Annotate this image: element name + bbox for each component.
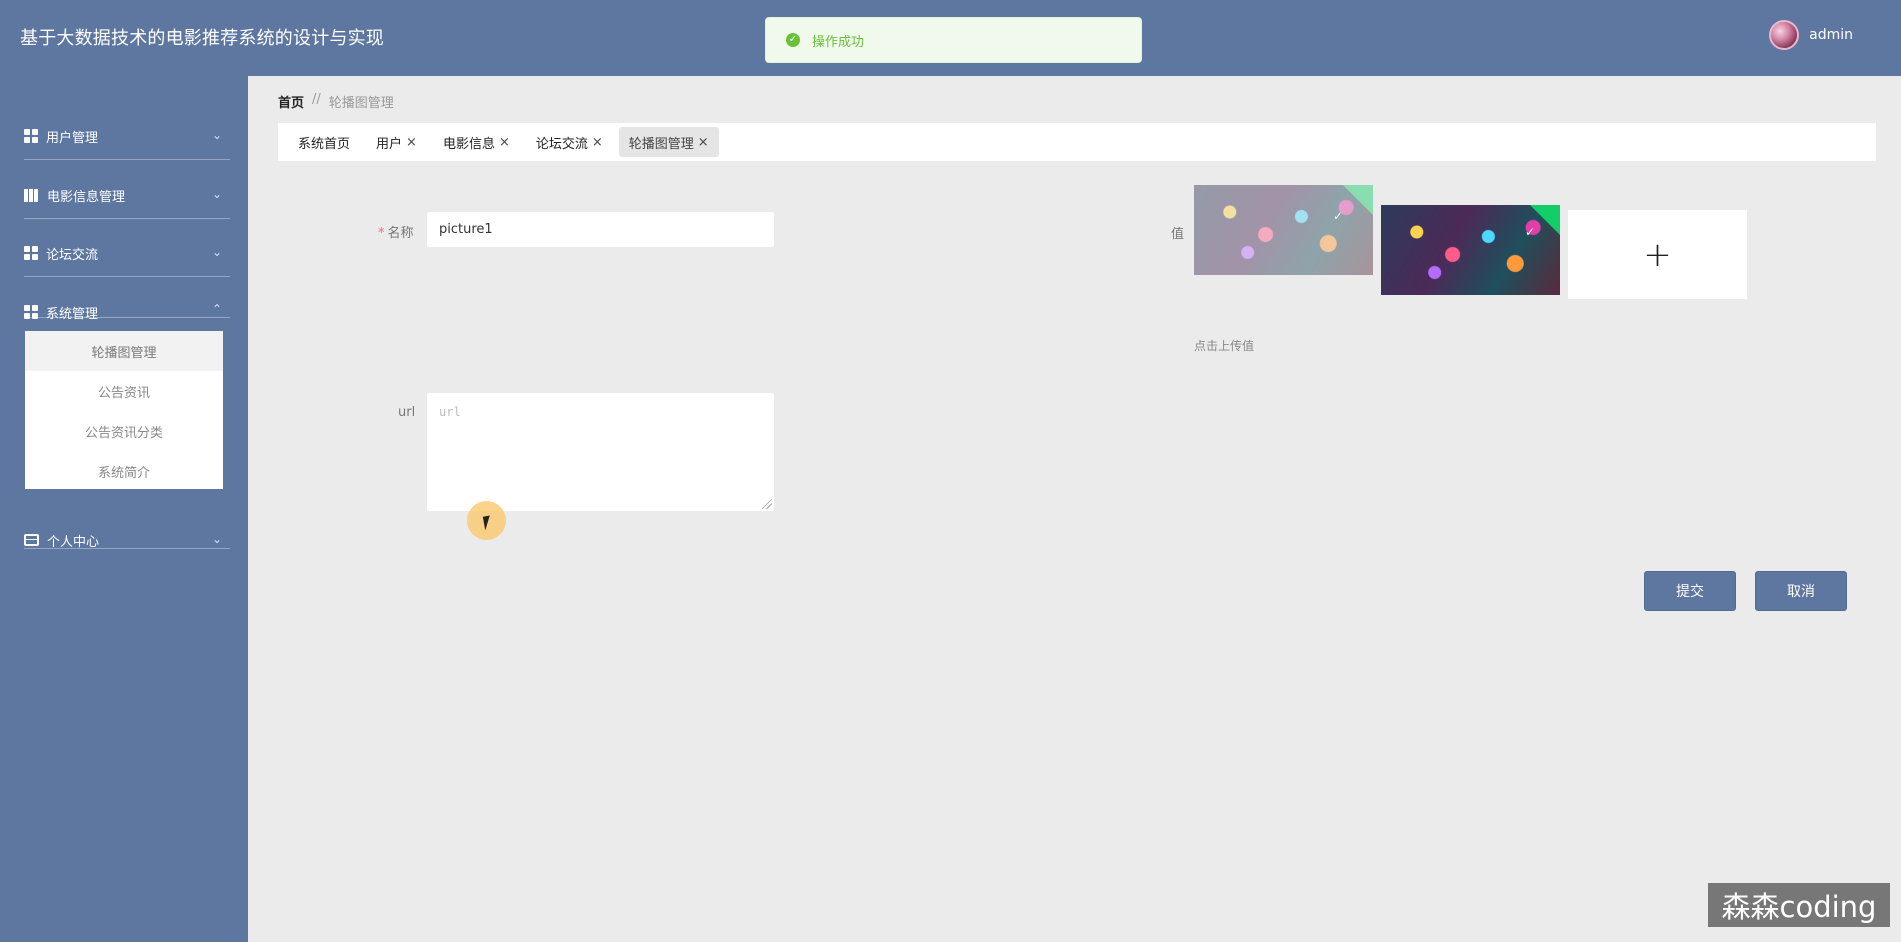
name-input[interactable]: picture1 bbox=[426, 211, 775, 248]
name-input-value: picture1 bbox=[439, 222, 493, 237]
grid-icon bbox=[24, 129, 38, 143]
sidebar-item-label: 电影信息管理 bbox=[47, 189, 126, 205]
submenu-item-carousel[interactable]: 轮播图管理 bbox=[25, 331, 223, 371]
chevron-down-icon: ⌄ bbox=[211, 187, 222, 201]
success-check-icon: ✓ bbox=[786, 33, 800, 47]
submenu-item-system-intro[interactable]: 系统简介 bbox=[25, 451, 223, 491]
url-placeholder: url bbox=[439, 405, 461, 419]
breadcrumb: 首页 // 轮播图管理 bbox=[278, 92, 394, 111]
tab-carousel-management[interactable]: 轮播图管理 × bbox=[618, 127, 719, 157]
grid-icon bbox=[24, 246, 38, 260]
sidebar: 用户管理 ⌄ 电影信息管理 ⌄ 论坛交流 ⌄ 系统管理 ⌃ 个人中心 ⌄ bbox=[0, 76, 248, 942]
upload-button[interactable]: + bbox=[1568, 210, 1747, 299]
sidebar-item-movie-management[interactable]: 电影信息管理 ⌄ bbox=[24, 175, 224, 215]
avatar[interactable] bbox=[1769, 20, 1800, 50]
breadcrumb-home[interactable]: 首页 bbox=[278, 92, 304, 111]
app-title: 基于大数据技术的电影推荐系统的设计与实现 bbox=[20, 28, 384, 49]
sidebar-item-system-management[interactable]: 系统管理 ⌃ bbox=[24, 292, 224, 332]
menu-divider bbox=[24, 276, 230, 277]
uploaded-image-2[interactable]: ✓ bbox=[1381, 205, 1560, 295]
tab-label: 论坛交流 bbox=[535, 136, 588, 152]
submenu-item-announcement-category[interactable]: 公告资讯分类 bbox=[25, 411, 223, 451]
close-icon[interactable]: × bbox=[406, 135, 417, 150]
sidebar-item-forum[interactable]: 论坛交流 ⌄ bbox=[24, 233, 224, 273]
tab-label: 电影信息 bbox=[442, 136, 495, 152]
menu-divider bbox=[24, 159, 230, 160]
tab-home[interactable]: 系统首页 bbox=[288, 127, 360, 157]
chevron-down-icon: ⌄ bbox=[211, 245, 222, 259]
system-submenu: 轮播图管理 公告资讯 公告资讯分类 系统简介 bbox=[25, 331, 223, 489]
uploaded-corner-badge bbox=[1343, 185, 1373, 215]
menu-divider bbox=[24, 548, 230, 549]
success-toast: ✓ 操作成功 bbox=[765, 17, 1142, 63]
url-label: url bbox=[398, 405, 416, 420]
chevron-down-icon: ⌄ bbox=[211, 128, 222, 142]
menu-divider bbox=[24, 317, 230, 318]
value-label: 值 bbox=[1171, 227, 1185, 242]
tab-users[interactable]: 用户 × bbox=[366, 127, 427, 157]
breadcrumb-separator: // bbox=[312, 92, 321, 107]
name-label: * 名称 bbox=[378, 222, 414, 241]
tab-label: 用户 bbox=[376, 136, 403, 152]
page-tabs: 系统首页 用户 × 电影信息 × 论坛交流 × 轮播图管理 × bbox=[278, 123, 1876, 161]
uploaded-image-1[interactable]: ✓ bbox=[1194, 185, 1373, 275]
url-textarea[interactable]: url bbox=[426, 392, 775, 512]
submit-button[interactable]: 提交 bbox=[1644, 571, 1736, 611]
sidebar-item-label: 用户管理 bbox=[46, 130, 99, 146]
username[interactable]: admin bbox=[1809, 27, 1853, 43]
watermark: 森森coding bbox=[1708, 883, 1890, 927]
bookshelf-icon bbox=[24, 188, 39, 202]
upload-hint: 点击上传值 bbox=[1194, 339, 1255, 353]
user-menu[interactable]: admin bbox=[1769, 20, 1853, 50]
menu-divider bbox=[24, 218, 230, 219]
check-icon: ✓ bbox=[1332, 209, 1343, 223]
card-icon bbox=[24, 534, 39, 546]
check-icon: ✓ bbox=[1524, 225, 1535, 239]
chevron-down-icon: ⌄ bbox=[211, 532, 222, 546]
sidebar-item-label: 个人中心 bbox=[47, 534, 100, 550]
breadcrumb-current: 轮播图管理 bbox=[328, 96, 394, 111]
tab-label: 系统首页 bbox=[298, 136, 351, 152]
chevron-up-icon: ⌃ bbox=[211, 302, 222, 316]
cancel-button[interactable]: 取消 bbox=[1755, 571, 1847, 611]
submenu-item-announcements[interactable]: 公告资讯 bbox=[25, 371, 223, 411]
sidebar-item-label: 系统管理 bbox=[46, 306, 99, 322]
close-icon[interactable]: × bbox=[592, 135, 603, 150]
resize-handle-icon[interactable] bbox=[762, 499, 772, 509]
close-icon[interactable]: × bbox=[499, 135, 510, 150]
required-mark: * bbox=[378, 226, 385, 241]
sidebar-item-personal-center[interactable]: 个人中心 ⌄ bbox=[24, 520, 224, 560]
tab-label: 轮播图管理 bbox=[628, 136, 694, 152]
tab-movie-info[interactable]: 电影信息 × bbox=[433, 127, 520, 157]
sidebar-item-label: 论坛交流 bbox=[46, 247, 99, 263]
name-label-text: 名称 bbox=[387, 226, 414, 241]
sidebar-item-user-management[interactable]: 用户管理 ⌄ bbox=[24, 116, 224, 156]
toast-message: 操作成功 bbox=[812, 34, 865, 50]
close-icon[interactable]: × bbox=[698, 135, 709, 150]
tab-forum[interactable]: 论坛交流 × bbox=[526, 127, 613, 157]
